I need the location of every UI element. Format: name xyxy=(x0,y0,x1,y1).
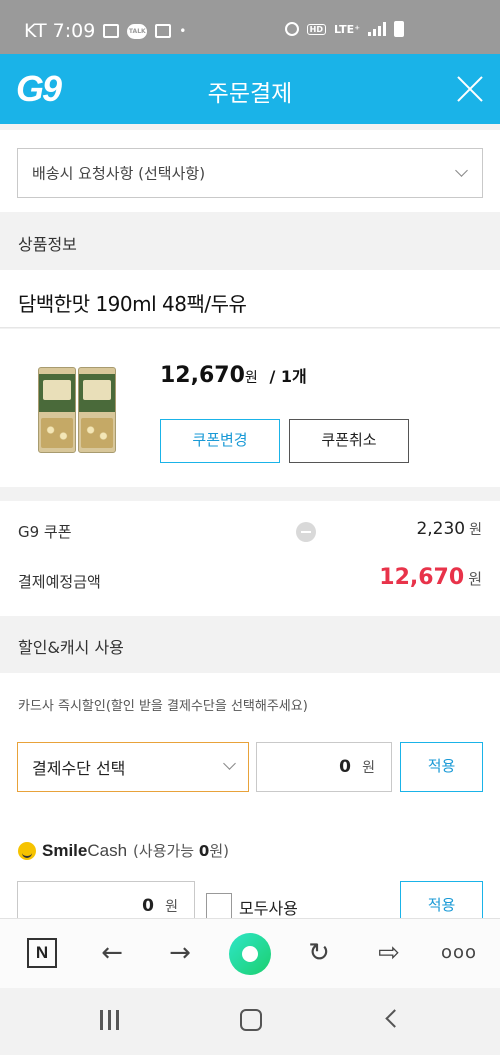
total-amount-unit: 원 xyxy=(468,570,482,588)
forward-arrow-icon[interactable]: → xyxy=(162,935,198,971)
smilecash-available: (사용가능 0원) xyxy=(133,840,229,861)
payment-summary-section: G9 쿠폰 2,230 원 결제예정금액 12,670 원 xyxy=(0,501,500,616)
close-icon[interactable] xyxy=(456,75,484,103)
system-nav-bar xyxy=(0,988,500,1055)
smilecash-amount: 0 xyxy=(142,896,154,916)
kakaotalk-icon: TALK xyxy=(127,23,148,39)
coupon-amount-value: 2,230 xyxy=(416,519,466,539)
more-icon[interactable]: ooo xyxy=(436,935,482,971)
price-unit: 원 xyxy=(244,370,258,386)
card-discount-amount: 0 xyxy=(339,757,351,777)
smilecash-brand-bold: Smile xyxy=(42,840,88,860)
gallery-icon xyxy=(103,24,120,38)
total-amount: 12,670 원 xyxy=(379,565,482,590)
home-icon[interactable] xyxy=(229,933,271,975)
coupon-change-button[interactable]: 쿠폰변경 xyxy=(160,419,280,463)
smilecash-logo-icon xyxy=(18,841,36,860)
recent-apps-icon[interactable] xyxy=(100,1010,119,1030)
alarm-icon xyxy=(284,22,299,36)
hd-voice-icon: HD xyxy=(306,23,326,35)
back-arrow-icon[interactable]: ← xyxy=(94,935,130,971)
card-discount-amount-input[interactable]: 0 원 xyxy=(256,742,392,792)
carrier-time: KT 7:09 xyxy=(24,20,96,42)
battery-icon xyxy=(394,21,404,37)
product-info-heading: 상품정보 xyxy=(18,235,77,254)
discount-cash-section: 카드사 즉시할인(할인 받을 결제수단을 선택해주세요) 결제수단 선택 0 원… xyxy=(0,673,500,931)
coupon-amount-unit: 원 xyxy=(469,522,482,538)
browser-toolbar: N ← → ↻ ⇨ ooo xyxy=(0,918,500,988)
delivery-request-placeholder: 배송시 요청사항 (선택사항) xyxy=(32,164,206,183)
notification-dot-icon: • xyxy=(179,24,187,38)
discount-cash-heading: 할인&캐시 사용 xyxy=(18,638,124,657)
minus-icon xyxy=(296,522,316,542)
chevron-down-icon xyxy=(455,164,468,177)
mail-icon xyxy=(155,24,172,38)
total-label: 결제예정금액 xyxy=(18,573,101,591)
smilecash-available-amount: 0 xyxy=(198,842,210,860)
use-all-checkbox[interactable] xyxy=(206,893,232,919)
card-discount-hint: 카드사 즉시할인(할인 받을 결제수단을 선택해주세요) xyxy=(18,699,308,714)
chevron-down-icon xyxy=(223,757,236,770)
coupon-label: G9 쿠폰 xyxy=(18,523,72,541)
coupon-cancel-button[interactable]: 쿠폰취소 xyxy=(289,419,409,463)
share-icon[interactable]: ⇨ xyxy=(371,935,407,971)
smilecash-row: SmileCash (사용가능 0원) xyxy=(18,840,229,861)
signal-icon xyxy=(368,22,386,36)
app-header: G9 주문결제 xyxy=(0,54,500,124)
product-name: 담백한맛 190ml 48팩/두유 xyxy=(18,292,247,316)
quantity: / 1개 xyxy=(269,367,307,386)
payment-method-select[interactable]: 결제수단 선택 xyxy=(17,742,249,792)
coupon-amount: 2,230 원 xyxy=(416,519,482,539)
card-discount-unit: 원 xyxy=(362,760,375,776)
payment-method-label: 결제수단 선택 xyxy=(32,759,126,778)
smilecash-available-prefix: (사용가능 xyxy=(133,842,199,860)
lte-icon: LTE⁺ xyxy=(333,22,360,36)
refresh-icon[interactable]: ↻ xyxy=(301,935,337,971)
delivery-request-select[interactable]: 배송시 요청사항 (선택사항) xyxy=(17,148,483,198)
back-button-icon[interactable] xyxy=(385,1009,404,1028)
card-discount-apply-button[interactable]: 적용 xyxy=(400,742,483,792)
page-title: 주문결제 xyxy=(207,81,293,107)
product-name-section: 담백한맛 190ml 48팩/두유 xyxy=(0,270,500,328)
status-bar: KT 7:09 TALK • HD LTE⁺ xyxy=(0,0,500,54)
home-button-icon[interactable] xyxy=(240,1009,262,1031)
use-all-label[interactable]: 모두사용 xyxy=(239,895,298,919)
total-amount-value: 12,670 xyxy=(379,565,465,590)
delivery-request-section: 배송시 요청사항 (선택사항) xyxy=(0,130,500,212)
smilecash-brand: SmileCash xyxy=(42,841,127,861)
smilecash-available-suffix: 원) xyxy=(209,842,229,860)
smilecash-unit: 원 xyxy=(165,899,178,915)
price-value: 12,670 xyxy=(160,363,245,388)
product-price: 12,670원 / 1개 xyxy=(160,363,307,388)
product-detail-section: 12,670원 / 1개 쿠폰변경 쿠폰취소 xyxy=(0,329,500,487)
naver-icon[interactable]: N xyxy=(27,938,57,968)
smilecash-brand-rest: Cash xyxy=(87,840,128,860)
